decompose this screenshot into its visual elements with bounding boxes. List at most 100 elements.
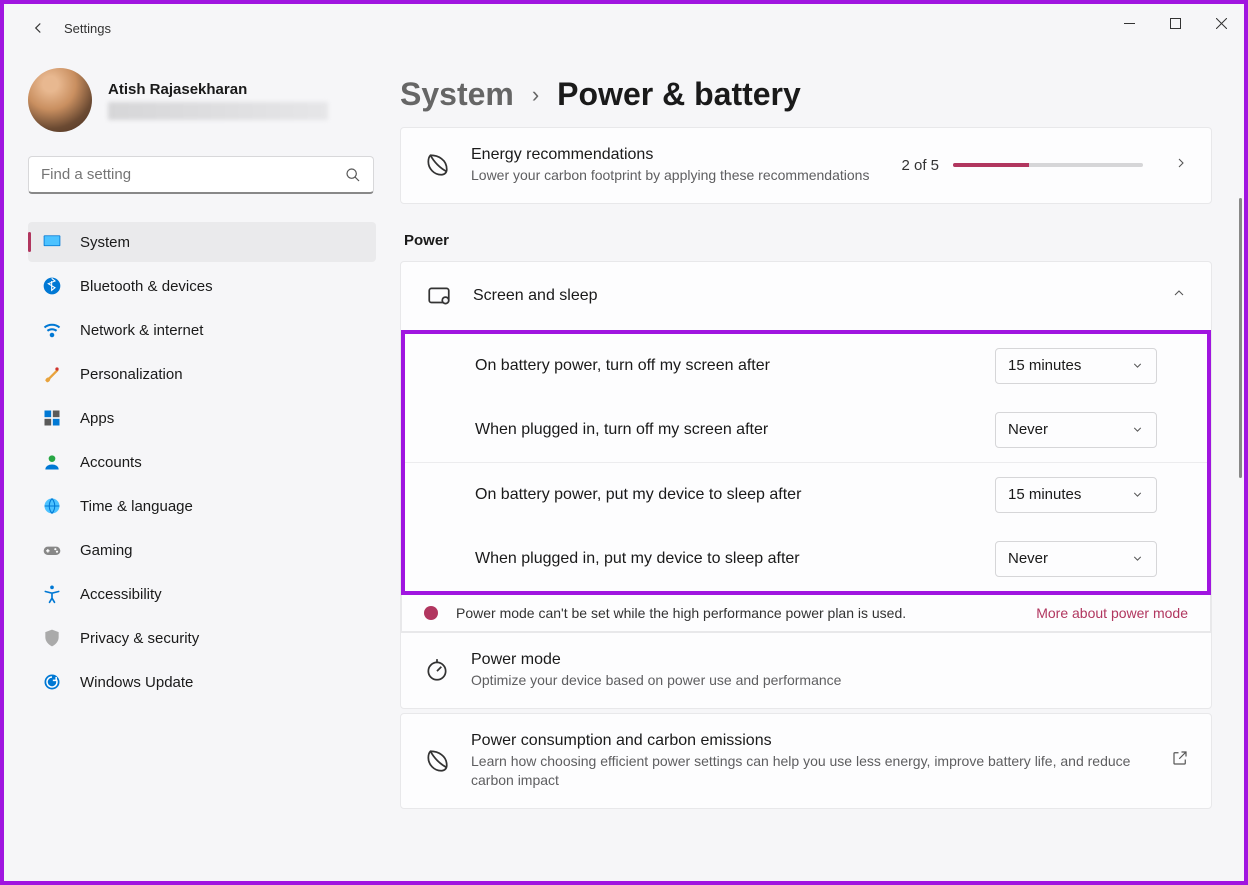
avatar xyxy=(28,68,92,132)
setting-row-screen-battery: On battery power, turn off my screen aft… xyxy=(405,334,1207,398)
minimize-button[interactable] xyxy=(1106,7,1152,39)
select-value: 15 minutes xyxy=(1008,486,1081,503)
chevron-right-icon: › xyxy=(532,82,539,108)
card-subtitle: Learn how choosing efficient power setti… xyxy=(471,752,1141,790)
sidebar-item-privacy[interactable]: Privacy & security xyxy=(28,618,376,658)
screen-sleep-settings-highlight: On battery power, turn off my screen aft… xyxy=(401,330,1211,595)
sidebar-item-label: Accessibility xyxy=(80,586,162,603)
leaf-icon xyxy=(423,747,451,775)
sidebar-item-label: Accounts xyxy=(80,454,142,471)
search-box[interactable] xyxy=(28,156,374,194)
banner-text: Power mode can't be set while the high p… xyxy=(456,605,906,621)
titlebar-title: Settings xyxy=(64,21,111,36)
screen-icon xyxy=(425,282,453,310)
card-title: Power consumption and carbon emissions xyxy=(471,732,1141,750)
setting-label: When plugged in, turn off my screen afte… xyxy=(475,421,995,439)
profile-email-blurred xyxy=(108,102,328,120)
sidebar-item-label: Network & internet xyxy=(80,322,203,339)
sidebar-item-label: Privacy & security xyxy=(80,630,199,647)
close-button[interactable] xyxy=(1198,7,1244,39)
monitor-icon xyxy=(42,232,62,252)
maximize-icon xyxy=(1170,18,1181,29)
profile-block[interactable]: Atish Rajasekharan xyxy=(28,68,376,132)
back-button[interactable] xyxy=(16,6,60,50)
sidebar-item-update[interactable]: Windows Update xyxy=(28,662,376,702)
globe-icon xyxy=(42,496,62,516)
sidebar-item-label: Time & language xyxy=(80,498,193,515)
card-title: Energy recommendations xyxy=(471,146,881,164)
sidebar-item-personalization[interactable]: Personalization xyxy=(28,354,376,394)
window-controls xyxy=(1106,17,1244,39)
screen-sleep-header[interactable]: Screen and sleep xyxy=(401,262,1211,330)
info-dot-icon xyxy=(424,606,438,620)
section-power-label: Power xyxy=(404,232,1212,249)
screen-sleep-card: Screen and sleep On battery power, turn … xyxy=(400,261,1212,709)
sidebar-item-network[interactable]: Network & internet xyxy=(28,310,376,350)
setting-label: On battery power, turn off my screen aft… xyxy=(475,357,995,375)
sidebar-item-accessibility[interactable]: Accessibility xyxy=(28,574,376,614)
sidebar-item-label: Gaming xyxy=(80,542,133,559)
setting-label: On battery power, put my device to sleep… xyxy=(475,486,995,504)
arrow-left-icon xyxy=(29,19,47,37)
power-mode-icon xyxy=(423,656,451,684)
leaf-icon xyxy=(423,151,451,179)
progress-text: 2 of 5 xyxy=(901,157,939,174)
scrollbar[interactable] xyxy=(1239,198,1242,478)
setting-row-sleep-battery: On battery power, put my device to sleep… xyxy=(405,462,1207,527)
chevron-down-icon xyxy=(1131,488,1144,501)
select-screen-battery[interactable]: 15 minutes xyxy=(995,348,1157,384)
breadcrumb-current: Power & battery xyxy=(557,76,801,113)
select-value: 15 minutes xyxy=(1008,357,1081,374)
setting-label: When plugged in, put my device to sleep … xyxy=(475,550,995,568)
main-content: System › Power & battery Energy recommen… xyxy=(384,52,1244,881)
select-screen-plugged[interactable]: Never xyxy=(995,412,1157,448)
grid-icon xyxy=(42,408,62,428)
search-input[interactable] xyxy=(41,166,345,183)
progress: 2 of 5 xyxy=(901,157,1143,174)
carbon-card[interactable]: Power consumption and carbon emissions L… xyxy=(400,713,1212,809)
select-sleep-plugged[interactable]: Never xyxy=(995,541,1157,577)
titlebar: Settings xyxy=(4,4,1244,52)
banner-link[interactable]: More about power mode xyxy=(1036,605,1188,621)
card-title: Screen and sleep xyxy=(473,287,1141,305)
sidebar-item-label: System xyxy=(80,234,130,251)
select-value: Never xyxy=(1008,421,1048,438)
nav: System Bluetooth & devices Network & int… xyxy=(28,222,376,702)
sidebar-item-accounts[interactable]: Accounts xyxy=(28,442,376,482)
search-icon xyxy=(345,167,361,183)
sidebar-item-label: Windows Update xyxy=(80,674,193,691)
card-title: Power mode xyxy=(471,651,1189,669)
breadcrumb-parent[interactable]: System xyxy=(400,76,514,113)
close-icon xyxy=(1216,18,1227,29)
chevron-up-icon xyxy=(1171,285,1187,306)
sidebar-item-label: Bluetooth & devices xyxy=(80,278,213,295)
sidebar-item-bluetooth[interactable]: Bluetooth & devices xyxy=(28,266,376,306)
select-sleep-battery[interactable]: 15 minutes xyxy=(995,477,1157,513)
gamepad-icon xyxy=(42,540,62,560)
person-icon xyxy=(42,452,62,472)
profile-name: Atish Rajasekharan xyxy=(108,81,328,98)
select-value: Never xyxy=(1008,550,1048,567)
maximize-button[interactable] xyxy=(1152,7,1198,39)
wifi-icon xyxy=(42,320,62,340)
progress-bar xyxy=(953,163,1143,167)
card-subtitle: Optimize your device based on power use … xyxy=(471,671,1189,690)
chevron-down-icon xyxy=(1131,359,1144,372)
power-mode-banner: Power mode can't be set while the high p… xyxy=(401,595,1211,632)
chevron-down-icon xyxy=(1131,552,1144,565)
sidebar-item-label: Personalization xyxy=(80,366,183,383)
brush-icon xyxy=(42,364,62,384)
setting-row-screen-plugged: When plugged in, turn off my screen afte… xyxy=(405,398,1207,462)
bluetooth-icon xyxy=(42,276,62,296)
sidebar: Atish Rajasekharan System Bluetooth & de… xyxy=(4,52,384,881)
progress-fill xyxy=(953,163,1029,167)
sidebar-item-gaming[interactable]: Gaming xyxy=(28,530,376,570)
sidebar-item-time-language[interactable]: Time & language xyxy=(28,486,376,526)
sidebar-item-apps[interactable]: Apps xyxy=(28,398,376,438)
sidebar-item-system[interactable]: System xyxy=(28,222,376,262)
energy-recommendations-card[interactable]: Energy recommendations Lower your carbon… xyxy=(400,127,1212,204)
shield-icon xyxy=(42,628,62,648)
minimize-icon xyxy=(1124,18,1135,29)
card-subtitle: Lower your carbon footprint by applying … xyxy=(471,166,881,185)
update-icon xyxy=(42,672,62,692)
